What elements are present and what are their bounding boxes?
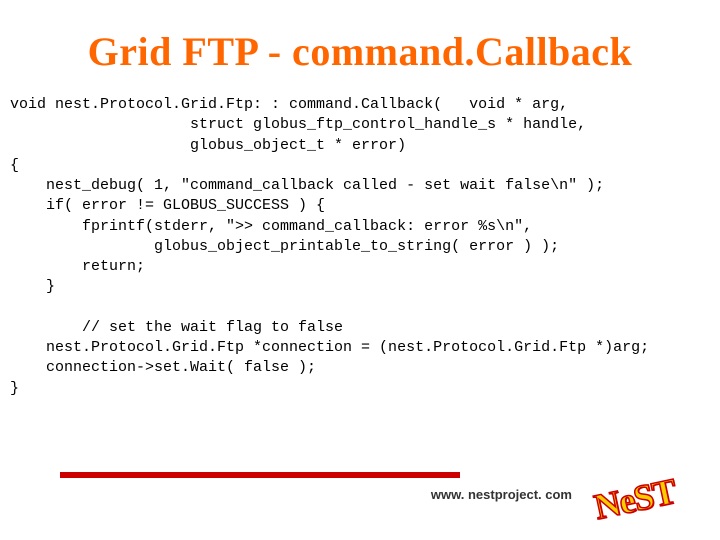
slide-title: Grid FTP - command.Callback: [10, 28, 710, 75]
slide: Grid FTP - command.Callback void nest.Pr…: [0, 0, 720, 540]
nest-logo: NeST: [591, 470, 680, 528]
footer-url: www. nestproject. com: [431, 487, 572, 502]
divider-rule: [60, 472, 460, 478]
code-block: void nest.Protocol.Grid.Ftp: : command.C…: [10, 95, 710, 399]
